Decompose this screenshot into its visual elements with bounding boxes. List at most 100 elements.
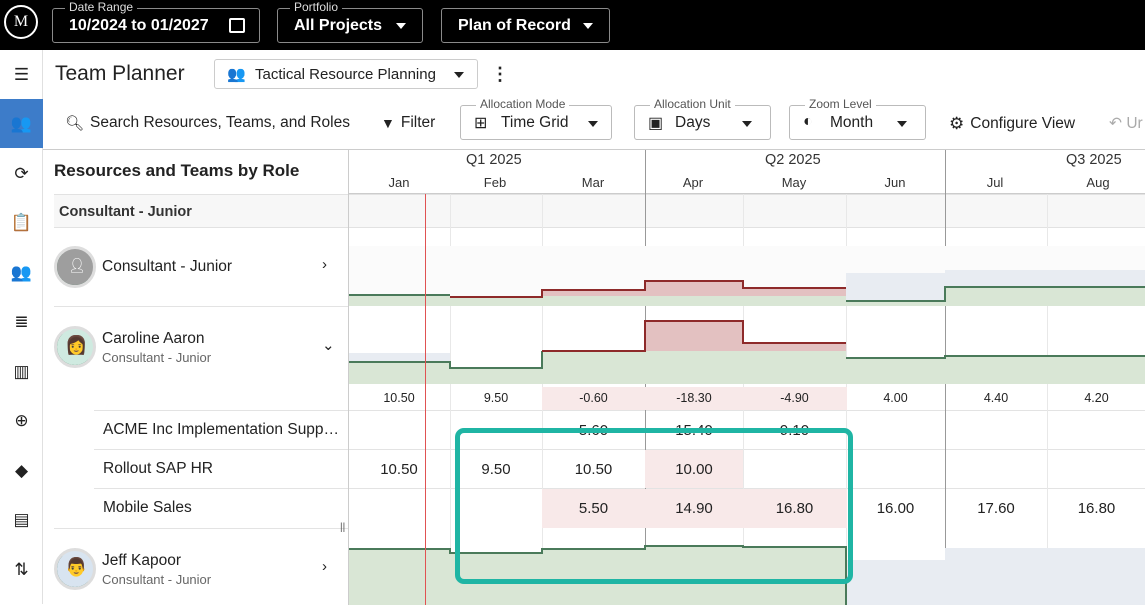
zoom-level-legend: Zoom Level — [805, 97, 876, 111]
remaining-value: 4.20 — [1084, 391, 1109, 405]
chevron-right-icon[interactable]: › — [322, 558, 327, 575]
chevron-down-icon — [396, 23, 406, 29]
allocation-mode-legend: Allocation Mode — [476, 97, 570, 111]
allocation-unit-select[interactable]: Allocation Unit ▣ Days — [634, 97, 771, 140]
search-label: Search Resources, Teams, and Roles — [90, 114, 350, 131]
filter-button[interactable]: ▼ Filter — [381, 114, 435, 132]
grid-left-title: Resources and Teams by Role — [54, 161, 300, 180]
project-label[interactable]: ACME Inc Implementation Supp… — [103, 421, 348, 439]
role-avatar: 👤︎ — [54, 246, 96, 288]
person-capacity-area — [846, 548, 1145, 605]
resize-handle[interactable]: || — [340, 522, 345, 533]
portfolio-value: All Projects — [294, 16, 383, 34]
section-label: Consultant - Junior — [59, 204, 192, 220]
remaining-value: 10.50 — [383, 391, 415, 405]
role-row[interactable]: 👤︎ Consultant - Junior › — [54, 246, 344, 291]
avatar: 👨 — [54, 548, 96, 590]
portfolio-legend: Portfolio — [290, 0, 343, 14]
undo-label: Ur — [1126, 115, 1143, 132]
chevron-down-icon — [897, 121, 907, 127]
top-bar: M Date Range 10/2024 to 01/2027 Portfoli… — [0, 0, 1145, 50]
plan-select[interactable]: Plan of Record — [441, 8, 610, 43]
resource-role: Consultant - Junior — [102, 572, 212, 587]
main-content: Team Planner 👥 Tactical Resource Plannin… — [43, 50, 1145, 605]
configure-view-button[interactable]: ⚙ Configure View — [949, 114, 1075, 134]
filter-label: Filter — [400, 114, 436, 131]
project-label[interactable]: Mobile Sales — [103, 499, 348, 517]
allocation-cell[interactable]: 16.80 — [1047, 500, 1145, 517]
chevron-right-icon[interactable]: › — [322, 256, 327, 273]
refresh-icon[interactable]: ⟳ — [0, 149, 43, 198]
zoom-level-value: Month — [830, 113, 874, 131]
columns-icon[interactable]: ▥ — [0, 347, 43, 396]
chevron-down-icon — [454, 72, 464, 78]
clipboard-icon[interactable]: 📋 — [0, 198, 43, 247]
more-options-icon[interactable]: ⋮ — [491, 64, 509, 85]
allocation-cell[interactable]: 16.00 — [846, 500, 945, 517]
resource-name: Caroline Aaron — [102, 330, 205, 347]
allocation-mode-select[interactable]: Allocation Mode ⊞ Time Grid — [460, 97, 612, 140]
zoom-level-select[interactable]: Zoom Level ◐ Month — [789, 97, 926, 140]
group-icon: 👥 — [227, 66, 246, 83]
allocation-unit-value: Days — [675, 113, 711, 131]
document-icon[interactable]: ▤ — [0, 495, 43, 544]
resource-planner-icon[interactable]: 👥 — [0, 99, 43, 148]
person-overallocation-area — [542, 321, 846, 351]
date-range-field[interactable]: Date Range 10/2024 to 01/2027 — [52, 0, 260, 43]
page-title: Team Planner — [55, 62, 185, 85]
direction-icon[interactable]: ◆ — [0, 446, 43, 495]
undo-icon: ↶ — [1109, 115, 1122, 132]
avatar: 👩 — [54, 326, 96, 368]
chevron-down-icon — [742, 121, 752, 127]
remaining-value: 9.50 — [483, 391, 509, 405]
person-allocation-area — [349, 321, 1145, 384]
view-value: Tactical Resource Planning — [255, 65, 436, 83]
allocation-cell[interactable]: 10.50 — [354, 461, 444, 478]
person-capacity-area — [349, 353, 450, 362]
resource-row[interactable]: 👩 Caroline Aaron Consultant - Junior ⌄ — [54, 326, 344, 371]
resource-name: Jeff Kapoor — [102, 552, 181, 569]
undo-button[interactable]: ↶ Ur — [1109, 114, 1143, 133]
date-range-value: 10/2024 to 01/2027 — [69, 16, 209, 34]
configure-view-label: Configure View — [970, 115, 1076, 132]
remaining-value: -4.90 — [780, 391, 809, 405]
woman-avatar-icon: 👩 — [65, 335, 88, 355]
chevron-down-icon — [583, 23, 593, 29]
remaining-value: 4.00 — [883, 391, 908, 405]
portfolio-select[interactable]: Portfolio All Projects — [277, 0, 423, 43]
menu-icon[interactable]: ☰ — [0, 50, 43, 99]
search-button[interactable]: 🔍︎ Search Resources, Teams, and Roles — [65, 114, 350, 132]
project-label[interactable]: Rollout SAP HR — [103, 460, 348, 478]
sort-icon[interactable]: ⇅ — [0, 545, 43, 594]
allocation-mode-value: Time Grid — [501, 113, 569, 131]
chevron-down-icon — [588, 121, 598, 127]
view-select[interactable]: 👥 Tactical Resource Planning — [214, 59, 478, 89]
left-nav: ☰ 👥 ⟳ 📋 👥 ≣ ▥ ⊕ ◆ ▤ ⇅ — [0, 50, 43, 604]
planner-grid: Resources and Teams by Role Consultant -… — [43, 149, 1145, 605]
zoom-icon: ◐ — [803, 113, 813, 130]
calendar-icon[interactable] — [229, 18, 245, 33]
app-logo[interactable]: M — [4, 5, 38, 39]
resource-row[interactable]: 👨 Jeff Kapoor Consultant - Junior › — [54, 548, 344, 593]
role-name: Consultant - Junior — [102, 258, 233, 275]
resource-role: Consultant - Junior — [102, 350, 212, 365]
person-icon: 👤︎ — [68, 257, 86, 273]
list-icon[interactable]: ≣ — [0, 297, 43, 346]
chevron-down-icon[interactable]: ⌄ — [322, 336, 335, 354]
allocation-unit-legend: Allocation Unit — [650, 97, 735, 111]
gear-icon: ⚙ — [949, 114, 965, 133]
calendar-day-icon: ▣ — [648, 115, 664, 132]
man-avatar-icon: 👨 — [65, 557, 88, 577]
allocation-cell[interactable]: 17.60 — [945, 500, 1047, 517]
people-icon[interactable]: 👥 — [0, 248, 43, 297]
filter-icon: ▼ — [381, 115, 395, 131]
grid-icon: ⊞ — [474, 115, 488, 132]
row-divider — [54, 306, 348, 307]
date-range-legend: Date Range — [65, 0, 138, 14]
today-marker — [425, 194, 426, 605]
remaining-value: -18.30 — [676, 391, 712, 405]
target-icon[interactable]: ⊕ — [0, 396, 43, 445]
remaining-value: -0.60 — [579, 391, 608, 405]
selection-highlight — [455, 428, 853, 584]
search-icon: 🔍︎ — [65, 115, 85, 132]
